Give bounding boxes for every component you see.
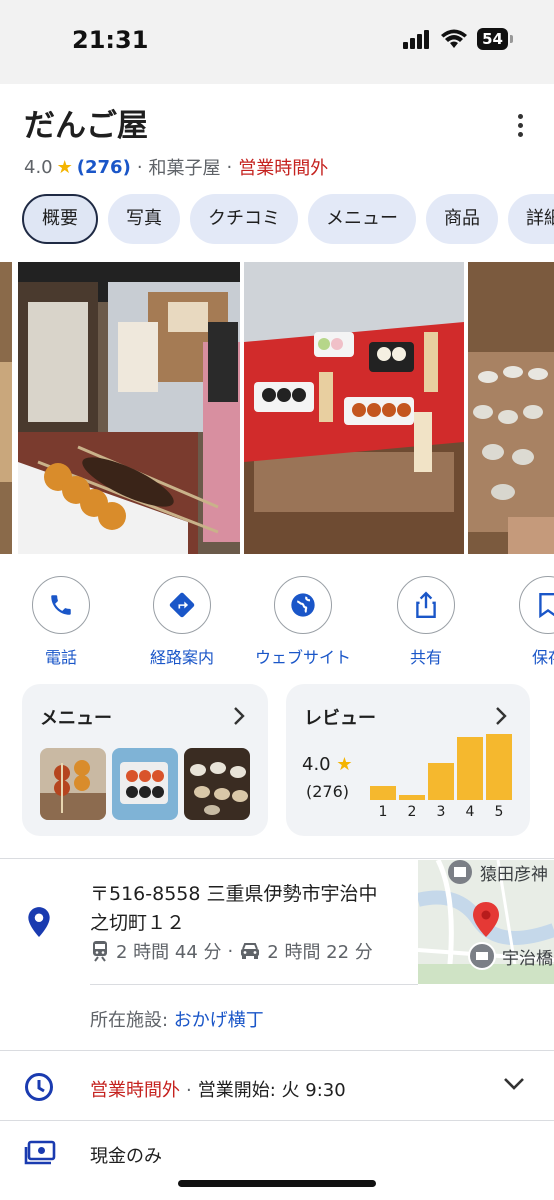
rating-bar-1: [370, 786, 396, 800]
location-pin-icon: [28, 907, 50, 937]
place-title: だんご屋: [24, 108, 148, 144]
action-row: 電話 経路案内 ウェブサイト 共有 保存: [0, 576, 554, 668]
payment-text: 現金のみ: [90, 1146, 162, 1167]
rating-bar-label: 3: [436, 804, 446, 820]
cash-icon: [24, 1140, 56, 1165]
travel-separator: ·: [227, 940, 234, 962]
status-time: 21:31: [72, 26, 149, 54]
wifi-icon: [441, 29, 468, 48]
facility-label: 所在施設:: [90, 1010, 174, 1031]
review-count-link[interactable]: (276): [77, 157, 131, 178]
travel-times: 2 時間 44 分 · 2 時間 22 分: [90, 938, 373, 964]
clock-icon: [25, 1073, 53, 1101]
call-label: 電話: [44, 648, 77, 667]
map-label-bottom: 宇治橋: [502, 949, 553, 969]
more-options-icon[interactable]: [508, 114, 532, 144]
divider: [90, 984, 418, 985]
place-category: 和菓子屋: [148, 158, 221, 179]
signal-icon: [403, 30, 430, 49]
menu-card-title: メニュー: [40, 708, 112, 729]
rating-bar-label: 1: [378, 804, 388, 820]
car-icon: [241, 943, 260, 959]
review-card[interactable]: レビュー 4.0 ★ (276) 1 2 3 4 5: [286, 684, 530, 836]
hours-row[interactable]: 営業時間外 · 営業開始: 火 9:30: [90, 1076, 346, 1102]
tab-overview[interactable]: 概要: [22, 194, 98, 244]
chevron-down-icon[interactable]: [502, 1076, 526, 1092]
train-icon: [93, 941, 107, 962]
tab-products[interactable]: 商品: [426, 194, 498, 244]
facility-link[interactable]: おかげ横丁: [174, 1010, 264, 1031]
save-button[interactable]: 保存: [483, 576, 554, 668]
transit-time: 2 時間 44 分: [116, 942, 222, 963]
rating-distribution-chart: [370, 732, 520, 800]
review-rating: 4.0 ★: [302, 754, 353, 775]
phone-icon: [32, 576, 90, 634]
photo-partial-left[interactable]: [0, 262, 12, 554]
divider: [0, 1120, 554, 1121]
directions-icon: [153, 576, 211, 634]
globe-icon: [274, 576, 332, 634]
hours-next-open: 営業開始: 火 9:30: [197, 1080, 346, 1101]
hours-separator: ·: [186, 1080, 192, 1101]
rating-bar-2: [399, 795, 425, 800]
call-button[interactable]: 電話: [0, 576, 126, 668]
rating-bar-label: 2: [407, 804, 417, 820]
photo-carousel[interactable]: [0, 262, 554, 554]
menu-thumbnail[interactable]: [112, 748, 178, 820]
status-icons: 54: [403, 28, 513, 50]
facility-row: 所在施設: おかげ横丁: [90, 1006, 264, 1032]
divider: [0, 858, 554, 859]
directions-button[interactable]: 経路案内: [117, 576, 247, 668]
share-button[interactable]: 共有: [361, 576, 491, 668]
rating-bar-5: [486, 734, 512, 800]
save-label: 保存: [531, 648, 554, 667]
menu-card[interactable]: メニュー: [22, 684, 268, 836]
star-icon: ★: [56, 156, 73, 178]
website-button[interactable]: ウェブサイト: [238, 576, 368, 668]
tab-reviews[interactable]: クチコミ: [190, 194, 298, 244]
review-card-title: レビュー: [304, 708, 376, 729]
share-label: 共有: [409, 648, 442, 667]
meta-separator: ·: [226, 156, 233, 178]
photo-display-case[interactable]: [244, 262, 464, 554]
drive-time: 2 時間 22 分: [267, 942, 373, 963]
rating-bar-3: [428, 763, 454, 800]
star-icon: ★: [336, 754, 353, 775]
photo-shop-interior[interactable]: [468, 262, 554, 554]
tab-menu[interactable]: メニュー: [308, 194, 416, 244]
tab-details[interactable]: 詳細: [508, 194, 554, 244]
chevron-right-icon: [496, 707, 507, 725]
battery-icon: 54: [477, 28, 513, 50]
menu-thumbnail[interactable]: [40, 748, 106, 820]
meta-separator: ·: [136, 156, 143, 178]
address-text[interactable]: 〒516-8558 三重県伊勢市宇治中之切町１２: [90, 880, 390, 938]
tab-bar: 概要 写真 クチコミ メニュー 商品 詳細: [22, 194, 554, 244]
status-bar: 21:31 54: [0, 0, 554, 84]
rating-bar-label: 5: [494, 804, 504, 820]
divider: [0, 1050, 554, 1051]
open-status: 営業時間外: [238, 158, 329, 179]
map-label-top: 猿田彦神: [480, 865, 548, 885]
place-meta: 4.0 ★ (276) · 和菓子屋 · 営業時間外: [24, 154, 328, 180]
bookmark-icon: [519, 576, 554, 634]
hours-status: 営業時間外: [90, 1080, 180, 1101]
photo-dango-stall[interactable]: [18, 262, 240, 554]
review-rating-value: 4.0: [302, 754, 331, 775]
rating-bar-label: 4: [465, 804, 475, 820]
menu-thumbnail[interactable]: [184, 748, 250, 820]
rating-value: 4.0: [24, 156, 53, 178]
map-thumbnail[interactable]: 猿田彦神 宇治橋: [418, 860, 554, 984]
share-icon: [397, 576, 455, 634]
tab-photos[interactable]: 写真: [108, 194, 180, 244]
chevron-right-icon: [234, 707, 245, 725]
home-indicator: [178, 1180, 376, 1187]
website-label: ウェブサイト: [254, 648, 351, 667]
rating-bar-4: [457, 737, 483, 800]
directions-label: 経路案内: [149, 648, 214, 667]
review-count: (276): [306, 782, 350, 801]
